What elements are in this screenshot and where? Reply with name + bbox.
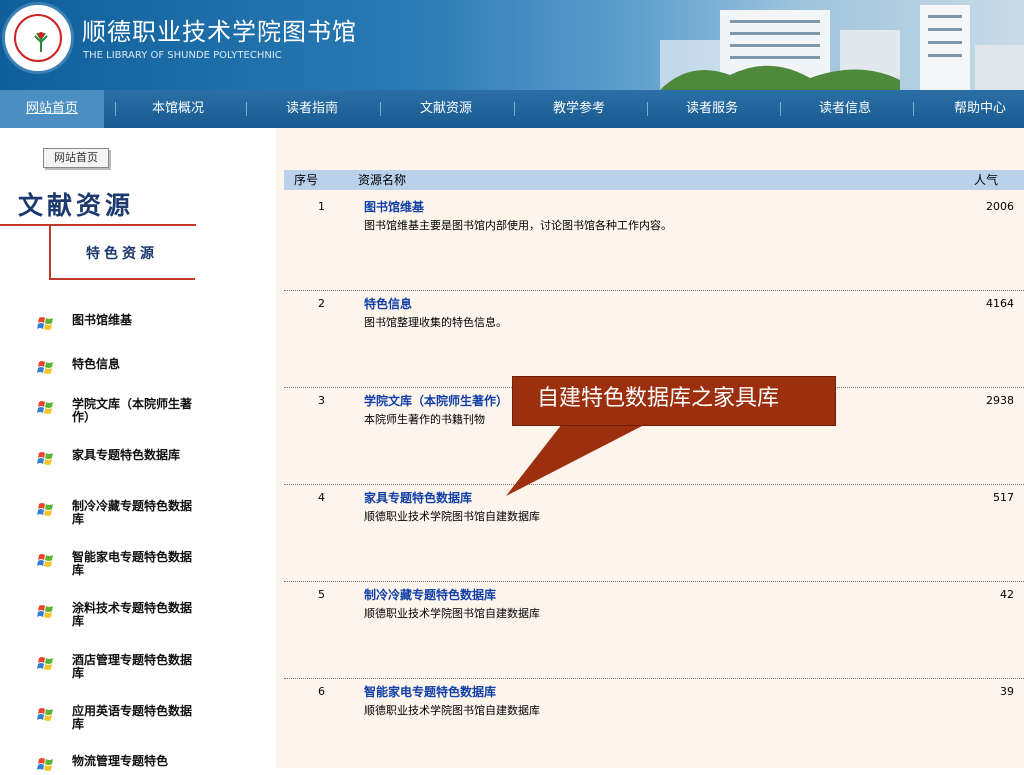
nav-reader-info[interactable]: 读者信息 <box>793 90 897 128</box>
sidebar-item-label: 智能家电专题特色数据库 <box>72 550 193 577</box>
resource-description: 本院师生著作的书籍刊物 <box>364 413 485 426</box>
header-popularity: 人气 <box>974 173 999 187</box>
section-title: 文献资源 <box>18 191 135 220</box>
popularity-count: 42 <box>1000 588 1014 601</box>
nav-divider <box>514 102 515 116</box>
divider-line <box>49 278 195 280</box>
resource-link[interactable]: 学院文库（本院师生著作） <box>364 392 508 409</box>
table-row: 4 家具专题特色数据库 顺德职业技术学院图书馆自建数据库 517 <box>284 485 1024 582</box>
header-name: 资源名称 <box>358 173 407 187</box>
campus-building-image <box>660 5 1024 90</box>
resource-description: 顺德职业技术学院图书馆自建数据库 <box>364 607 540 620</box>
windows-flag-icon <box>37 605 53 618</box>
windows-flag-icon <box>37 708 53 721</box>
windows-flag-icon <box>37 452 53 465</box>
resource-link[interactable]: 智能家电专题特色数据库 <box>364 683 496 700</box>
callout-annotation: 自建特色数据库之家具库 <box>512 376 836 426</box>
resource-link[interactable]: 制冷冷藏专题特色数据库 <box>364 586 496 603</box>
resource-description: 图书馆维基主要是图书馆内部使用，讨论图书馆各种工作内容。 <box>364 219 672 232</box>
table-row: 6 智能家电专题特色数据库 顺德职业技术学院图书馆自建数据库 39 <box>284 679 1024 775</box>
popularity-count: 2006 <box>986 200 1014 213</box>
sidebar-item-label: 涂料技术专题特色数据库 <box>72 601 193 628</box>
row-number: 3 <box>318 394 325 407</box>
resource-link[interactable]: 特色信息 <box>364 295 412 312</box>
site-header: 顺德职业技术学院图书馆 THE LIBRARY OF SHUNDE POLYTE… <box>0 0 1024 90</box>
resource-description: 顺德职业技术学院图书馆自建数据库 <box>364 510 540 523</box>
sidebar-item-label: 特色信息 <box>72 357 121 371</box>
main-nav: 网站首页 本馆概况 读者指南 文献资源 教学参考 读者服务 读者信息 帮助中心 <box>0 90 1024 128</box>
table-row: 1 图书馆维基 图书馆维基主要是图书馆内部使用，讨论图书馆各种工作内容。 200… <box>284 194 1024 291</box>
site-subtitle: THE LIBRARY OF SHUNDE POLYTECHNIC <box>83 50 282 61</box>
row-number: 4 <box>318 491 325 504</box>
nav-divider <box>647 102 648 116</box>
nav-resources[interactable]: 文献资源 <box>394 90 498 128</box>
resource-link[interactable]: 家具专题特色数据库 <box>364 489 472 506</box>
logo-ring <box>14 14 62 62</box>
row-number: 2 <box>318 297 325 310</box>
nav-home[interactable]: 网站首页 <box>0 90 104 128</box>
row-number: 5 <box>318 588 325 601</box>
logo-tree-icon <box>34 32 48 52</box>
nav-reader-guide[interactable]: 读者指南 <box>260 90 364 128</box>
windows-flag-icon <box>37 758 53 771</box>
popularity-count: 39 <box>1000 685 1014 698</box>
nav-about[interactable]: 本馆概况 <box>126 90 230 128</box>
nav-divider <box>115 102 116 116</box>
resource-link[interactable]: 图书馆维基 <box>364 198 424 215</box>
popularity-count: 517 <box>993 491 1014 504</box>
nav-divider <box>913 102 914 116</box>
windows-flag-icon <box>37 657 53 670</box>
library-seal-logo[interactable] <box>2 2 74 74</box>
windows-flag-icon <box>37 317 53 330</box>
nav-teaching[interactable]: 教学参考 <box>527 90 631 128</box>
sidebar-item-label: 家具专题特色数据库 <box>72 448 181 462</box>
sub-section-title[interactable]: 特色资源 <box>86 243 158 263</box>
resource-description: 图书馆整理收集的特色信息。 <box>364 316 507 329</box>
nav-divider <box>246 102 247 116</box>
site-title: 顺德职业技术学院图书馆 <box>82 18 357 46</box>
table-header: 序号 资源名称 人气 <box>284 170 1024 190</box>
nav-help[interactable]: 帮助中心 <box>940 90 1020 128</box>
row-number: 6 <box>318 685 325 698</box>
divider-line <box>49 226 51 278</box>
sidebar-item-label: 制冷冷藏专题特色数据库 <box>72 499 193 526</box>
nav-divider <box>380 102 381 116</box>
callout-pointer <box>506 424 646 496</box>
divider-line <box>0 224 196 226</box>
sidebar-item-label: 应用英语专题特色数据库 <box>72 704 193 731</box>
nav-services[interactable]: 读者服务 <box>660 90 764 128</box>
windows-flag-icon <box>37 401 53 414</box>
sidebar-item-label: 图书馆维基 <box>72 313 133 327</box>
popularity-count: 4164 <box>986 297 1014 310</box>
sidebar: 网站首页 文献资源 特色资源 图书馆维基 特色信息 学院文库（本院师生著作） 家… <box>0 128 276 771</box>
sidebar-item-label: 物流管理专题特色 <box>72 754 169 768</box>
windows-flag-icon <box>37 554 53 567</box>
sidebar-item-label: 学院文库（本院师生著作） <box>72 397 193 424</box>
table-row: 2 特色信息 图书馆整理收集的特色信息。 4164 <box>284 291 1024 388</box>
nav-divider <box>780 102 781 116</box>
windows-flag-icon <box>37 361 53 374</box>
windows-flag-icon <box>37 503 53 516</box>
popularity-count: 2938 <box>986 394 1014 407</box>
header-no: 序号 <box>294 173 319 187</box>
row-number: 1 <box>318 200 325 213</box>
sidebar-item-label: 酒店管理专题特色数据库 <box>72 653 193 680</box>
resource-list-panel: 序号 资源名称 人气 1 图书馆维基 图书馆维基主要是图书馆内部使用，讨论图书馆… <box>276 128 1024 768</box>
resource-description: 顺德职业技术学院图书馆自建数据库 <box>364 704 540 717</box>
table-row: 5 制冷冷藏专题特色数据库 顺德职业技术学院图书馆自建数据库 42 <box>284 582 1024 679</box>
home-button[interactable]: 网站首页 <box>43 148 109 168</box>
